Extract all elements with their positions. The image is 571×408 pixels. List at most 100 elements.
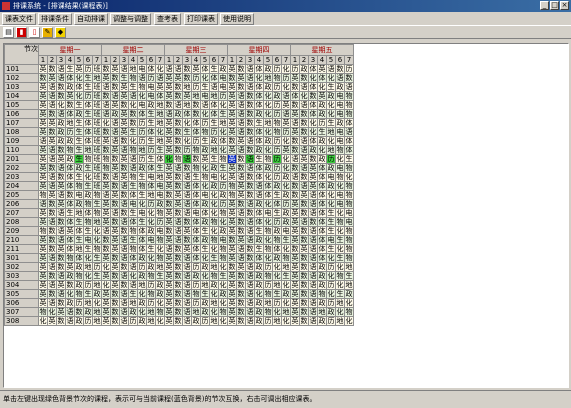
lesson-cell[interactable]: 英 xyxy=(56,154,66,164)
lesson-cell[interactable]: 体 xyxy=(155,154,165,164)
lesson-cell[interactable]: 数 xyxy=(56,91,66,101)
lesson-cell[interactable]: 政 xyxy=(335,118,345,128)
lesson-cell[interactable]: 生 xyxy=(74,172,84,182)
lesson-cell[interactable]: 数 xyxy=(173,307,183,317)
lesson-cell[interactable]: 化 xyxy=(83,271,93,281)
lesson-cell[interactable]: 电 xyxy=(155,181,165,191)
lesson-cell[interactable]: 化 xyxy=(281,298,291,308)
lesson-cell[interactable]: 化 xyxy=(335,226,345,236)
lesson-cell[interactable]: 历 xyxy=(146,199,156,209)
lesson-cell[interactable]: 英 xyxy=(164,262,174,272)
lesson-cell[interactable]: 历 xyxy=(200,316,210,326)
lesson-cell[interactable]: 数 xyxy=(299,127,309,137)
lesson-cell[interactable]: 历 xyxy=(137,127,147,137)
maximize-button[interactable]: □ xyxy=(550,1,559,10)
lesson-cell[interactable]: 历 xyxy=(209,127,219,137)
lesson-cell[interactable]: 数 xyxy=(173,262,183,272)
lesson-cell[interactable]: 电 xyxy=(335,127,345,137)
lesson-cell[interactable]: 英 xyxy=(101,289,111,299)
lesson-cell[interactable]: 体 xyxy=(254,91,264,101)
lesson-cell[interactable]: 语 xyxy=(281,91,291,101)
lesson-cell[interactable]: 化 xyxy=(182,136,192,146)
lesson-cell[interactable]: 物 xyxy=(344,199,354,209)
lesson-cell[interactable]: 数 xyxy=(245,208,255,218)
lesson-cell[interactable]: 英 xyxy=(227,64,237,74)
lesson-cell[interactable]: 政 xyxy=(137,316,147,326)
lesson-cell[interactable]: 电 xyxy=(137,64,147,74)
lesson-cell[interactable]: 体 xyxy=(254,217,264,227)
lesson-cell[interactable]: 电 xyxy=(335,163,345,173)
lesson-cell[interactable]: 历 xyxy=(281,73,291,83)
lesson-cell[interactable]: 物 xyxy=(128,244,138,254)
lesson-cell[interactable]: 英 xyxy=(119,82,129,92)
lesson-cell[interactable]: 数 xyxy=(236,307,246,317)
lesson-cell[interactable]: 历 xyxy=(83,91,93,101)
lesson-cell[interactable]: 数 xyxy=(101,145,111,155)
lesson-cell[interactable]: 数 xyxy=(191,109,201,119)
lesson-cell[interactable]: 数 xyxy=(245,118,255,128)
lesson-cell[interactable]: 语 xyxy=(308,226,318,236)
lesson-cell[interactable]: 化 xyxy=(335,280,345,290)
lesson-cell[interactable]: 语 xyxy=(119,217,129,227)
lesson-cell[interactable]: 电 xyxy=(137,100,147,110)
diamond-icon[interactable]: ◆ xyxy=(55,27,66,38)
lesson-cell[interactable]: 数 xyxy=(101,91,111,101)
lesson-cell[interactable]: 历 xyxy=(65,127,75,137)
lesson-cell[interactable]: 数 xyxy=(236,289,246,299)
lesson-cell[interactable]: 数 xyxy=(290,181,300,191)
class-label[interactable]: 203 xyxy=(4,172,39,182)
lesson-cell[interactable]: 化 xyxy=(209,208,219,218)
lesson-cell[interactable]: 历 xyxy=(200,118,210,128)
lesson-cell[interactable]: 体 xyxy=(191,118,201,128)
lesson-cell[interactable]: 地 xyxy=(263,118,273,128)
lesson-cell[interactable]: 英 xyxy=(290,253,300,263)
lesson-cell[interactable]: 电 xyxy=(146,172,156,182)
lesson-cell[interactable]: 地 xyxy=(209,262,219,272)
lesson-cell[interactable]: 班 xyxy=(92,82,102,92)
lesson-cell[interactable]: 语 xyxy=(110,118,120,128)
lesson-cell[interactable]: 生 xyxy=(137,217,147,227)
lesson-cell[interactable]: 历 xyxy=(137,136,147,146)
lesson-cell[interactable]: 地 xyxy=(92,307,102,317)
lesson-cell[interactable]: 语 xyxy=(119,181,129,191)
lesson-cell[interactable]: 数 xyxy=(299,235,309,245)
lesson-cell[interactable]: 英 xyxy=(173,190,183,200)
lesson-cell[interactable]: 化 xyxy=(281,244,291,254)
lesson-cell[interactable]: 历 xyxy=(137,262,147,272)
lesson-cell[interactable]: 班 xyxy=(92,127,102,137)
lesson-cell[interactable]: 地 xyxy=(281,262,291,272)
lesson-cell[interactable]: 英 xyxy=(101,307,111,317)
lesson-cell[interactable]: 生 xyxy=(317,127,327,137)
lesson-cell[interactable]: 体 xyxy=(209,109,219,119)
lesson-cell[interactable]: 化 xyxy=(182,118,192,128)
lesson-cell[interactable]: 化 xyxy=(92,298,102,308)
lesson-cell[interactable]: 英 xyxy=(155,82,165,92)
lesson-cell[interactable]: 英 xyxy=(56,307,66,317)
lesson-cell[interactable]: 生 xyxy=(326,118,336,128)
lesson-cell[interactable]: 数 xyxy=(182,73,192,83)
lesson-cell[interactable]: 化 xyxy=(308,127,318,137)
lesson-cell[interactable]: 历 xyxy=(218,181,228,191)
lesson-cell[interactable]: 英 xyxy=(290,280,300,290)
lesson-cell[interactable]: 数 xyxy=(308,217,318,227)
lesson-cell[interactable]: 地 xyxy=(146,316,156,326)
lesson-cell[interactable]: 英 xyxy=(110,226,120,236)
lesson-cell[interactable]: 数 xyxy=(299,298,309,308)
lesson-cell[interactable]: 数 xyxy=(182,235,192,245)
lesson-cell[interactable]: 政 xyxy=(74,262,84,272)
lesson-cell[interactable]: 生 xyxy=(326,217,336,227)
lesson-cell[interactable]: 体 xyxy=(272,244,282,254)
lesson-cell[interactable]: 语 xyxy=(101,82,111,92)
lesson-cell[interactable]: 数 xyxy=(65,190,75,200)
lesson-cell[interactable]: 语 xyxy=(119,199,129,209)
lesson-cell[interactable]: 化 xyxy=(326,289,336,299)
lesson-cell[interactable]: 数 xyxy=(245,127,255,137)
lesson-cell[interactable]: 英 xyxy=(38,208,48,218)
lesson-cell[interactable]: 历 xyxy=(326,316,336,326)
lesson-cell[interactable]: 物 xyxy=(83,199,93,209)
lesson-cell[interactable]: 物 xyxy=(128,226,138,236)
lesson-cell[interactable]: 语 xyxy=(110,127,120,137)
lesson-cell[interactable]: 数 xyxy=(56,316,66,326)
lesson-cell[interactable]: 物 xyxy=(191,289,201,299)
lesson-cell[interactable]: 体 xyxy=(254,64,264,74)
